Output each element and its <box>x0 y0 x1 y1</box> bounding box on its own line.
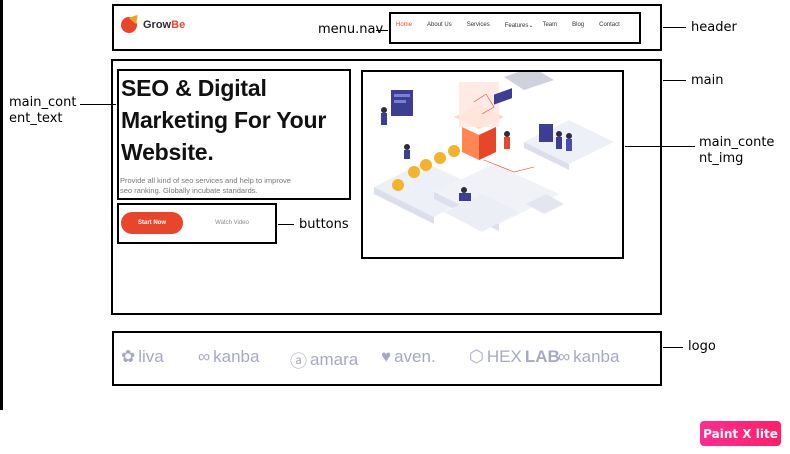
brand-name: GrowBe <box>143 19 186 31</box>
leader-line-buttons <box>278 224 294 225</box>
aven-mark-icon: ♥ <box>381 347 392 366</box>
menu-nav: Home About Us Services Features⌄ Team Bl… <box>391 22 620 29</box>
brand-logo[interactable]: GrowBe <box>121 17 185 33</box>
nav-item-home[interactable]: Home <box>396 22 412 29</box>
logo-kanba-2: ∞ kanba <box>558 347 620 366</box>
nav-item-features[interactable]: Features⌄ <box>505 22 534 29</box>
hero-title: SEO & Digital Marketing For Your Website… <box>121 75 327 165</box>
annotation-header: header <box>691 20 737 35</box>
rocket-icon <box>121 17 137 33</box>
leader-line-menu-nav <box>376 30 388 31</box>
annotation-main-content-text: main_cont ent_text <box>9 95 77 126</box>
kanba-mark-icon: ∞ <box>558 347 571 366</box>
leader-line-logo <box>663 347 683 348</box>
watch-video-button[interactable]: Watch Video <box>200 212 264 234</box>
annotation-main-content-img: main_conte nt_img <box>699 135 775 166</box>
logo-liva: ✿ liva <box>121 347 164 366</box>
leader-line-main <box>663 80 686 81</box>
nav-item-about[interactable]: About Us <box>427 22 452 29</box>
logo-hexlab: ⬡ HEX LAB <box>469 347 560 366</box>
chevron-down-icon: ⌄ <box>528 23 534 29</box>
logo-kanba-1: ∞ kanba <box>198 347 260 366</box>
leader-line-main-content-img <box>625 146 695 147</box>
start-now-button[interactable]: Start Now <box>121 212 183 234</box>
nav-item-contact[interactable]: Contact <box>599 22 620 29</box>
annotation-menu-nav: menu.nav <box>318 22 384 37</box>
annotation-buttons: buttons <box>299 217 349 232</box>
leader-line-main-content-text <box>80 104 116 105</box>
logo-amara: ⓐ amara <box>290 347 358 372</box>
paint-x-lite-badge: Paint X lite <box>700 421 781 446</box>
left-edge-bar <box>0 0 3 410</box>
annotation-main: main <box>691 73 724 88</box>
leader-line-header <box>663 27 686 28</box>
isometric-illustration <box>374 72 614 232</box>
kanba-mark-icon: ∞ <box>198 347 211 366</box>
hexlab-mark-icon: ⬡ <box>469 347 484 366</box>
liva-mark-icon: ✿ <box>121 347 136 366</box>
amara-mark-icon: ⓐ <box>290 352 307 371</box>
annotation-logo: logo <box>688 339 716 354</box>
logo-aven: ♥ aven. <box>381 347 436 366</box>
nav-item-blog[interactable]: Blog <box>572 22 584 29</box>
hero-description: Provide all kind of seo services and hel… <box>120 176 291 195</box>
nav-item-services[interactable]: Services <box>467 22 490 29</box>
nav-item-team[interactable]: Team <box>542 22 557 29</box>
